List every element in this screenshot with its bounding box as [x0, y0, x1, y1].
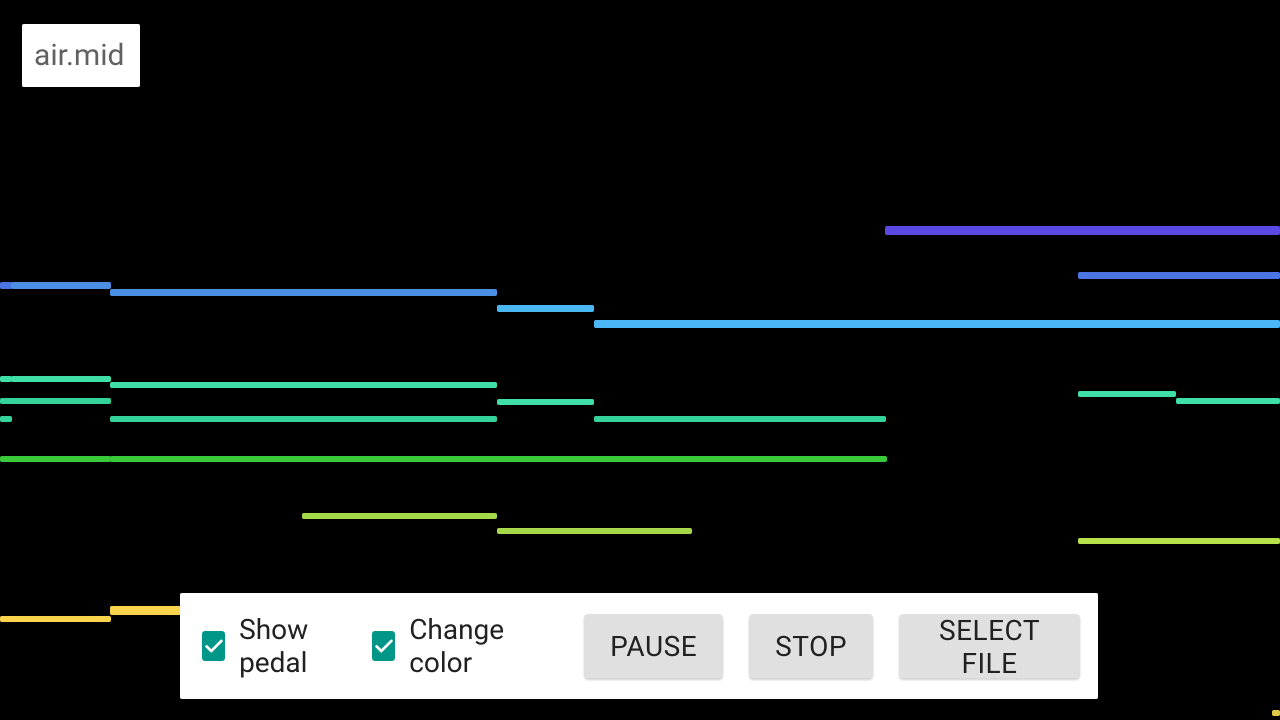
control-bar: Show pedal Change color PAUSE STOP SELEC… [180, 593, 1098, 699]
midi-note [497, 399, 594, 405]
pause-button[interactable]: PAUSE [584, 614, 723, 678]
midi-note [0, 416, 12, 422]
midi-note [594, 416, 886, 422]
midi-note [1078, 538, 1280, 544]
midi-note [110, 382, 497, 388]
midi-note [497, 305, 594, 312]
midi-note [11, 376, 111, 382]
stop-button[interactable]: STOP [749, 614, 873, 678]
midi-visualizer-canvas: air.mid Show pedal Change color PAUSE ST… [0, 0, 1280, 720]
show-pedal-label: Show pedal [239, 613, 350, 679]
midi-note [0, 456, 111, 462]
midi-note [110, 289, 497, 296]
change-color-label: Change color [409, 613, 536, 679]
midi-note [497, 528, 692, 534]
midi-note [1272, 710, 1280, 716]
midi-note [885, 226, 1280, 235]
midi-note [110, 606, 181, 615]
midi-note [1078, 272, 1280, 279]
midi-note [110, 456, 887, 462]
current-file-name: air.mid [22, 24, 140, 87]
midi-note [1078, 391, 1176, 397]
midi-note [110, 416, 497, 422]
midi-note [302, 513, 497, 519]
midi-note [11, 282, 111, 289]
midi-note [594, 320, 1280, 328]
checkbox-checked-icon [372, 631, 395, 661]
select-file-button[interactable]: SELECT FILE [899, 614, 1080, 678]
show-pedal-checkbox[interactable]: Show pedal [202, 613, 350, 679]
change-color-checkbox[interactable]: Change color [372, 613, 536, 679]
midi-note [0, 398, 111, 404]
midi-note [0, 616, 111, 622]
checkbox-checked-icon [202, 631, 225, 661]
midi-note [1176, 398, 1280, 404]
